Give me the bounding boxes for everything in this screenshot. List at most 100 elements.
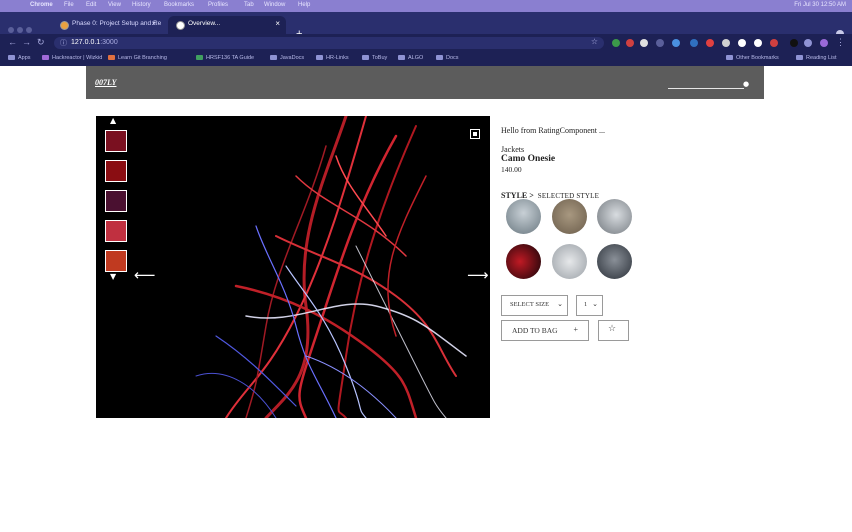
bookmark-folder[interactable]: Other Bookmarks: [726, 55, 779, 61]
thumbnail-image: [106, 191, 126, 211]
extension-icon[interactable]: [706, 39, 714, 47]
search-input[interactable]: [668, 78, 738, 87]
thumbnail-image: [106, 131, 126, 151]
thumbnail-up-icon[interactable]: ▲: [110, 116, 116, 125]
thumbnail-down-icon[interactable]: ▼: [110, 272, 116, 281]
extension-icon[interactable]: [770, 39, 778, 47]
next-image-icon[interactable]: ⟶: [467, 266, 489, 284]
tab-phase-0[interactable]: Phase 0: Project Setup and Re ×: [52, 16, 162, 34]
close-tab-icon[interactable]: ×: [151, 19, 156, 28]
style-thumbnail[interactable]: [597, 244, 632, 279]
bookmark-item[interactable]: Hackreactor | Wizkid: [42, 55, 102, 61]
bookmark-item[interactable]: Learn Git Branching: [108, 55, 167, 61]
back-icon[interactable]: ←: [8, 37, 17, 47]
menu-view[interactable]: View: [108, 2, 121, 8]
extension-icon[interactable]: [738, 39, 746, 47]
chevron-down-icon: ⌄: [592, 300, 598, 308]
tab-title: Phase 0: Project Setup and Re: [72, 20, 162, 27]
search-bar: [668, 78, 744, 89]
chevron-down-icon: ⌄: [557, 300, 563, 308]
site-header: 007LY ●: [86, 66, 764, 99]
globe-icon: [176, 21, 185, 30]
extension-icon[interactable]: [790, 39, 798, 47]
extension-icon[interactable]: [690, 39, 698, 47]
quantity-select[interactable]: 1 ⌄: [576, 295, 603, 316]
menu-file[interactable]: File: [64, 2, 74, 8]
extension-icon[interactable]: [640, 39, 648, 47]
kebab-menu-icon[interactable]: ⋮: [836, 37, 845, 48]
gallery-thumbnail[interactable]: [105, 160, 127, 182]
extension-icon[interactable]: [626, 39, 634, 47]
avatar[interactable]: [820, 39, 828, 47]
extension-icon[interactable]: [656, 39, 664, 47]
close-tab-icon[interactable]: ×: [275, 19, 280, 28]
info-icon[interactable]: ⓘ: [60, 38, 67, 48]
reading-list[interactable]: Reading List: [796, 55, 837, 61]
style-thumbnail[interactable]: [552, 244, 587, 279]
menu-tab[interactable]: Tab: [244, 2, 254, 8]
apps-grid-icon: [8, 55, 15, 61]
size-select[interactable]: SELECT SIZE ⌄: [501, 295, 568, 316]
page: 007LY ● ▲ ▼ ⟵ ⟶ Hello from RatingCompone…: [0, 66, 852, 532]
gallery-thumbnail[interactable]: [105, 220, 127, 242]
address-bar[interactable]: ⓘ 127.0.0.1:3000 ☆: [54, 37, 604, 49]
folder-icon: [316, 55, 323, 61]
site-logo[interactable]: 007LY: [95, 78, 116, 87]
minimize-window-icon[interactable]: [17, 27, 23, 33]
product-price: 140.00: [501, 165, 522, 174]
gallery-thumbnail[interactable]: [105, 250, 127, 272]
menu-app-name[interactable]: Chrome: [30, 2, 53, 8]
bookmark-folder[interactable]: Docs: [436, 55, 459, 61]
rating-text: Hello from RatingComponent ...: [501, 126, 605, 135]
add-to-bag-button[interactable]: ADD TO BAG +: [501, 320, 589, 341]
previous-image-icon[interactable]: ⟵: [134, 266, 156, 284]
tab-overview[interactable]: Overview... ×: [168, 16, 286, 34]
menu-window[interactable]: Window: [264, 2, 285, 8]
menu-clock: Fri Jul 30 12:50 AM: [794, 2, 846, 8]
bookmark-apps[interactable]: Apps: [8, 55, 31, 61]
zoom-window-icon[interactable]: [26, 27, 32, 33]
thumbnail-image: [106, 161, 126, 181]
puzzle-icon[interactable]: [804, 39, 812, 47]
gallery-thumbnail[interactable]: [105, 130, 127, 152]
tab-favicon-icon: [60, 21, 69, 30]
url-text[interactable]: 127.0.0.1:3000: [71, 39, 118, 46]
url-host: 127.0.0.1: [71, 39, 101, 46]
folder-icon: [726, 55, 733, 61]
bookmark-item[interactable]: HRSF136 TA Guide: [196, 55, 254, 61]
style-thumbnail[interactable]: [552, 199, 587, 234]
thumbnail-image: [106, 251, 126, 271]
favorite-button[interactable]: ☆: [598, 320, 629, 341]
menu-edit[interactable]: Edit: [86, 2, 96, 8]
reading-list-icon: [796, 55, 803, 61]
menu-help[interactable]: Help: [298, 2, 310, 8]
thumbnail-image: [106, 221, 126, 241]
expand-icon[interactable]: [470, 129, 480, 139]
close-window-icon[interactable]: [8, 27, 14, 33]
style-thumbnail[interactable]: [506, 199, 541, 234]
bookmark-folder[interactable]: ALGO: [398, 55, 423, 61]
bookmark-folder[interactable]: JavaDocs: [270, 55, 304, 61]
macos-menu-bar: Chrome File Edit View History Bookmarks …: [0, 0, 852, 12]
forward-icon[interactable]: →: [22, 37, 31, 47]
image-gallery: ▲ ▼ ⟵ ⟶: [96, 116, 490, 418]
product-name: Camo Onesie: [501, 154, 556, 164]
style-thumbnail[interactable]: [506, 244, 541, 279]
quantity-value: 1: [584, 301, 588, 308]
search-icon[interactable]: ●: [743, 80, 749, 88]
add-to-bag-label: ADD TO BAG: [512, 326, 558, 335]
gallery-thumbnail[interactable]: [105, 190, 127, 212]
bookmark-folder[interactable]: ToBuy: [362, 55, 387, 61]
extension-icon[interactable]: [722, 39, 730, 47]
extension-icon[interactable]: [612, 39, 620, 47]
menu-profiles[interactable]: Profiles: [208, 2, 228, 8]
bookmark-star-icon[interactable]: ☆: [591, 37, 598, 46]
extension-icon[interactable]: [754, 39, 762, 47]
extension-icon[interactable]: [672, 39, 680, 47]
menu-history[interactable]: History: [132, 2, 151, 8]
bookmark-folder[interactable]: HR-Links: [316, 55, 349, 61]
menu-bookmarks[interactable]: Bookmarks: [164, 2, 194, 8]
style-thumbnail[interactable]: [597, 199, 632, 234]
reload-icon[interactable]: ↻: [37, 37, 45, 48]
bookmark-favicon-icon: [108, 55, 115, 61]
